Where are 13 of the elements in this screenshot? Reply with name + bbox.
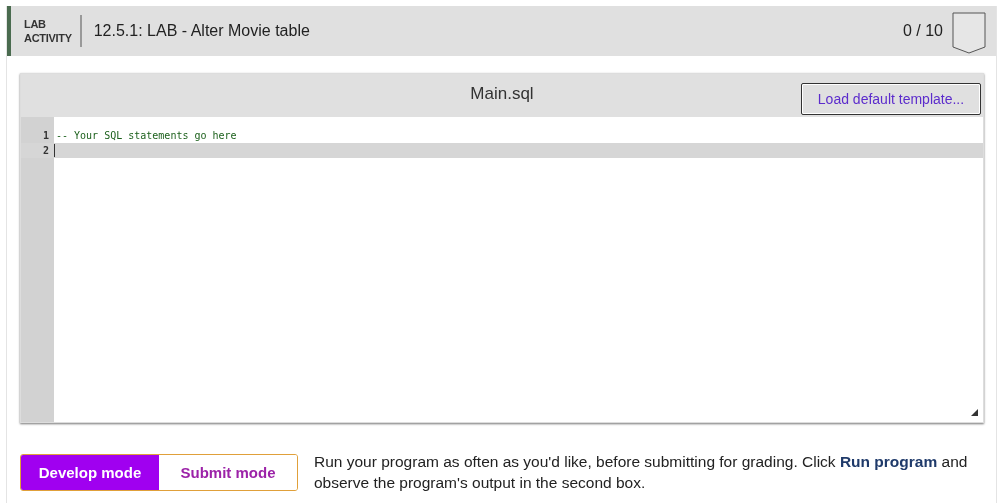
score: 0 / 10 — [902, 22, 943, 40]
line-number: 2 — [41, 145, 49, 156]
resize-handle-icon[interactable] — [971, 409, 978, 416]
badge-label: LAB — [24, 17, 47, 31]
code-comment: -- Your SQL statements go here — [56, 130, 237, 141]
lab-title: 12.5.1: LAB - Alter Movie table — [93, 22, 310, 40]
mode-toggle[interactable]: Develop mode — [21, 454, 159, 490]
badge-label: ACTIVITY — [24, 31, 72, 45]
instructions-text: Run your program as often as you'd like, before submitting for grading. Click Run program and observe the program's output in the second box. — [314, 452, 969, 493]
file-name: Main.sql — [470, 83, 534, 104]
load-template-button[interactable]: Load default template... — [801, 83, 981, 115]
text-cursor — [54, 144, 55, 157]
line-number: 1 — [41, 130, 49, 141]
